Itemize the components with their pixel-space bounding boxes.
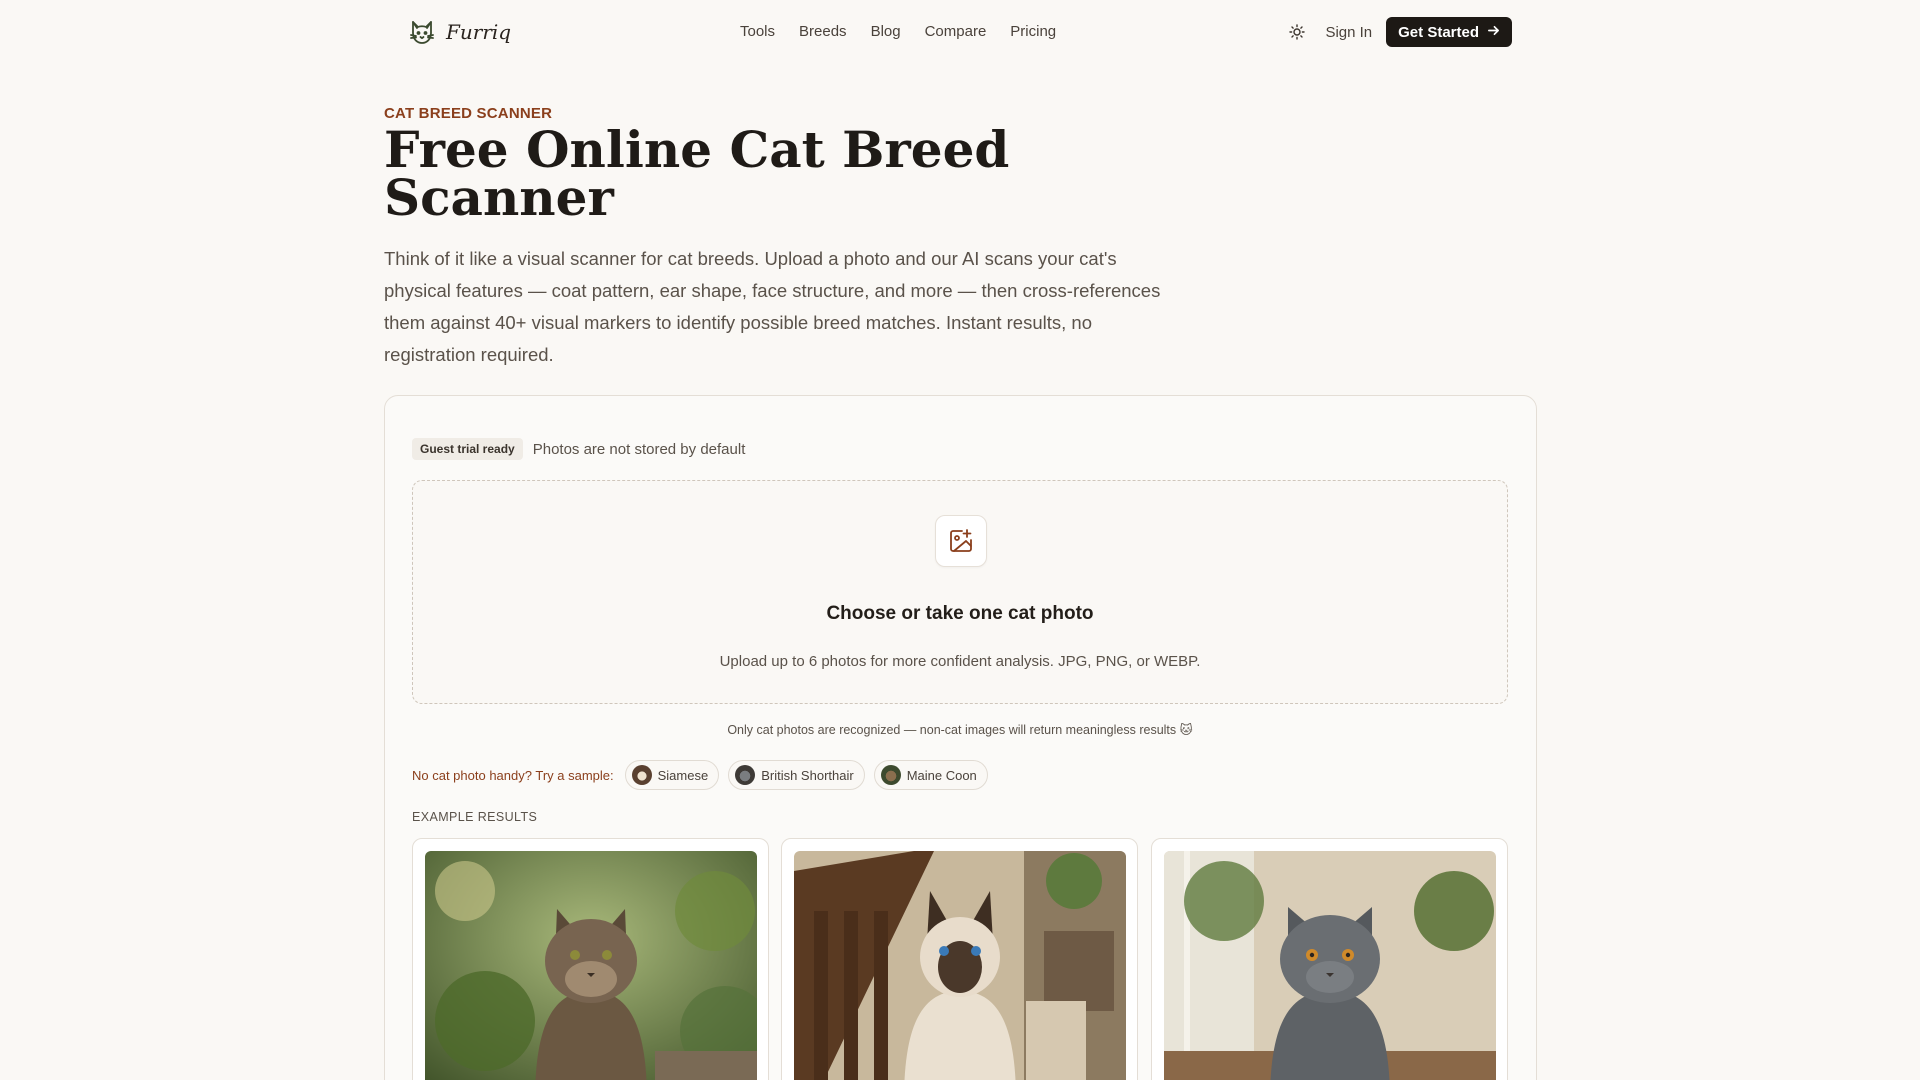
main-nav: Tools Breeds Blog Compare Pricing [740,20,1056,44]
sample-siamese-label: Siamese [657,767,709,783]
brand-name: Furriq [446,20,512,44]
example-result-card[interactable] [781,838,1138,1080]
example-result-card[interactable] [412,838,769,1080]
brand[interactable]: Furriq [408,17,511,47]
arrow-right-icon [1487,24,1500,41]
get-started-button[interactable]: Get Started [1386,17,1512,47]
sample-siamese-button[interactable]: Siamese [624,760,720,790]
page-description: Think of it like a visual scanner for ca… [384,248,1161,365]
example-cat-photo [794,851,1126,1080]
example-cat-photo [1164,851,1496,1080]
scanner-status: Guest trial ready Photos are not stored … [412,438,745,460]
sample-british-shorthair-button[interactable]: British Shorthair [728,760,865,790]
siamese-avatar [631,765,652,785]
samples-label: No cat photo handy? Try a sample: [412,767,614,783]
guest-trial-badge: Guest trial ready [412,438,523,460]
page-title: Free Online Cat Breed Scanner [384,120,1010,227]
sign-in-link[interactable]: Sign In [1325,24,1372,41]
get-started-label: Get Started [1398,23,1479,41]
example-result-card[interactable] [1151,838,1508,1080]
top-navigation: Furriq Tools Breeds Blog Compare Pricing… [0,0,1920,64]
maine-coon-avatar [880,765,901,785]
cat-logo-icon [408,18,436,46]
sample-maine-coon-button[interactable]: Maine Coon [873,760,988,790]
upload-subtitle: Upload up to 6 photos for more confident… [719,653,1201,670]
nav-breeds[interactable]: Breeds [799,20,847,44]
cat-only-notice: Only cat photos are recognized — non-cat… [727,723,1193,737]
nav-pricing[interactable]: Pricing [1010,20,1056,44]
privacy-note: Photos are not stored by default [532,440,746,458]
header-actions: Sign In Get Started [1283,17,1512,47]
upload-title: Choose or take one cat photo [826,603,1094,624]
example-results-heading: EXAMPLE RESULTS [412,810,538,824]
photo-dropzone[interactable]: Choose or take one cat photo Upload up t… [412,480,1508,704]
british-shorthair-avatar [735,765,756,785]
sample-photos: No cat photo handy? Try a sample: Siames… [412,760,988,790]
nav-blog[interactable]: Blog [871,20,901,44]
sample-maine-coon-label: Maine Coon [906,767,977,783]
image-plus-icon [935,515,987,567]
example-cat-photo [425,851,757,1080]
sun-icon[interactable] [1283,18,1311,46]
nav-compare[interactable]: Compare [925,20,987,44]
nav-tools[interactable]: Tools [740,20,775,44]
sample-british-shorthair-label: British Shorthair [761,767,854,783]
